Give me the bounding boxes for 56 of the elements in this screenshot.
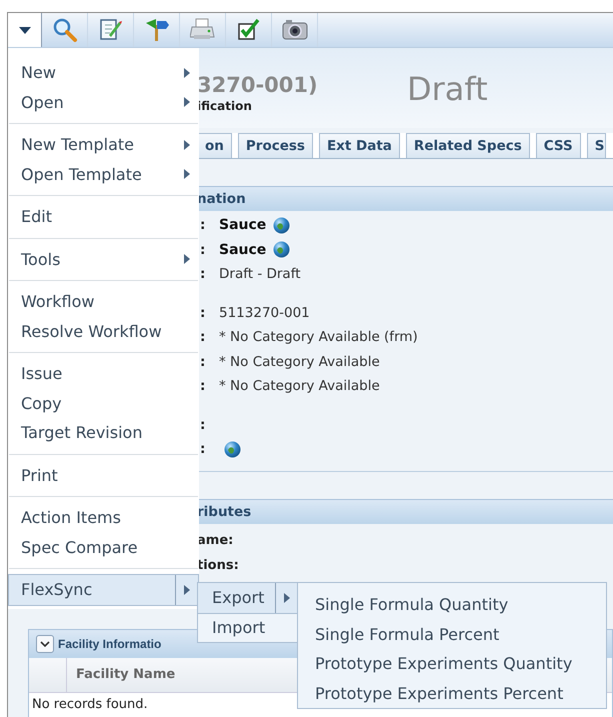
field-value: Draft - Draft <box>219 266 301 282</box>
column-header: Facility Name <box>75 666 176 684</box>
field-label: : <box>200 378 206 394</box>
menu-item[interactable]: Single Formula Percent <box>298 620 606 649</box>
field-label: : <box>200 441 206 458</box>
spec-title: 3270-001) <box>197 73 319 97</box>
collapse-toggle[interactable] <box>36 635 54 653</box>
checkbox-icon <box>236 17 262 43</box>
field-label: tions: <box>197 557 239 575</box>
field-label: : <box>200 242 206 258</box>
status-label: Draft <box>407 69 488 110</box>
signpost-icon <box>144 17 170 43</box>
tab[interactable]: CSS <box>536 133 581 158</box>
menu-button[interactable] <box>8 13 42 47</box>
chevron-down-icon <box>40 641 50 647</box>
menu-item[interactable]: New <box>9 58 198 88</box>
panel-title: Facility Informatio <box>58 637 162 651</box>
field-value: 5113270-001 <box>219 304 310 321</box>
tab[interactable]: on <box>197 133 232 158</box>
menu-item[interactable]: Import <box>198 612 298 642</box>
menu-item[interactable]: Issue <box>9 359 198 388</box>
menu-item[interactable]: Open Template <box>9 160 198 189</box>
menu-item[interactable]: FlexSync <box>9 575 198 604</box>
menu-item[interactable]: Prototype Experiments Quantity <box>298 649 606 678</box>
edit-document-icon <box>98 17 124 43</box>
field-value: * No Category Available <box>219 378 380 394</box>
field-label: : <box>200 217 206 234</box>
spec-type: ification <box>197 99 253 113</box>
field-label: : <box>200 354 206 370</box>
menu-item[interactable]: Copy <box>9 388 198 418</box>
menu-item[interactable]: Spec Compare <box>9 532 198 562</box>
menu-item[interactable]: Print <box>9 460 198 490</box>
menu-item[interactable]: Prototype Experiments Percent <box>298 678 606 708</box>
field-value: * No Category Available <box>219 354 380 370</box>
menu-item[interactable]: Resolve Workflow <box>9 316 198 346</box>
menu-item[interactable]: Workflow <box>9 287 198 316</box>
menu-item[interactable]: Target Revision <box>9 418 198 448</box>
tab[interactable]: Process <box>238 133 313 158</box>
menu-item[interactable]: New Template <box>9 130 198 160</box>
tab[interactable]: Related Specs <box>406 133 530 158</box>
field-label: : <box>200 304 206 321</box>
field-label: : <box>200 329 206 346</box>
field-value: * No Category Available (frm) <box>219 329 418 346</box>
field-value: Sauce <box>219 217 266 234</box>
field-label: : <box>200 416 206 433</box>
menu-item[interactable]: Single Formula Quantity <box>298 590 606 620</box>
field-label: : <box>200 266 206 282</box>
search-icon <box>52 17 78 43</box>
menu-item[interactable]: Export <box>198 583 298 612</box>
menu-item[interactable]: Open <box>9 88 198 117</box>
caret-icon <box>18 26 30 34</box>
menu-item[interactable]: Tools <box>9 244 198 274</box>
tab[interactable]: Ext Data <box>318 133 400 158</box>
field-label: ame: <box>197 532 234 550</box>
field-value: Sauce <box>219 242 266 258</box>
empty-message: No records found. <box>32 696 148 714</box>
